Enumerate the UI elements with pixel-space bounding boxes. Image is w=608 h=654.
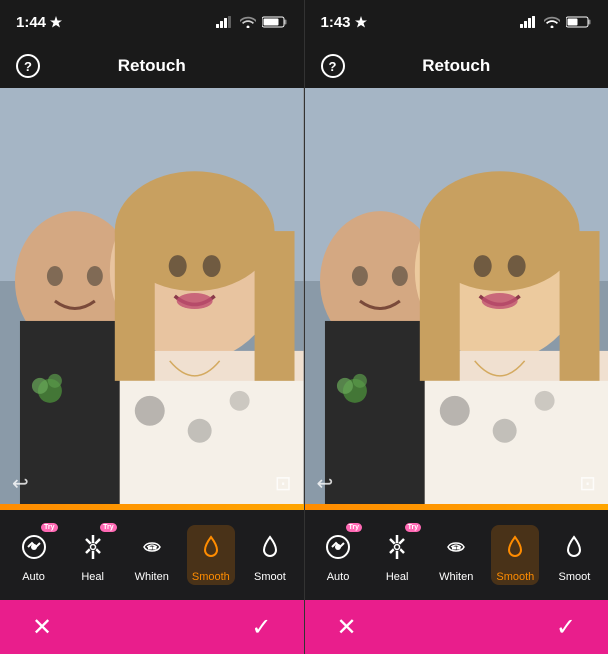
- tool-whiten-right[interactable]: Whiten: [432, 527, 480, 583]
- battery-icon-left: [262, 16, 288, 28]
- location-icon-right: [355, 16, 367, 28]
- auto-icon-right: Try: [318, 527, 358, 567]
- title-left: Retouch: [118, 56, 186, 76]
- left-panel: 1:44: [0, 0, 304, 654]
- auto-icon-left: Try: [14, 527, 54, 567]
- crop-button-left[interactable]: ⊡: [275, 471, 292, 496]
- whiten-svg-right: [442, 533, 470, 561]
- smooth2-label-right: Smoot: [559, 571, 591, 583]
- tool-smooth2-left[interactable]: Smoot: [246, 527, 294, 583]
- heal-label-left: Heal: [81, 571, 104, 583]
- tool-heal-left[interactable]: Try Heal: [69, 527, 117, 583]
- toolbar-right: Try Auto Try Heal: [305, 510, 608, 600]
- tool-whiten-left[interactable]: Whiten: [128, 527, 176, 583]
- try-badge-auto-right: Try: [346, 523, 363, 532]
- status-bar-left: 1:44: [0, 0, 304, 44]
- status-icons-right: [520, 16, 592, 28]
- auto-label-right: Auto: [327, 571, 350, 583]
- heal-svg-left: [79, 533, 107, 561]
- wifi-icon-right: [544, 16, 560, 28]
- photo-area-right: ↩ ⊡: [305, 88, 608, 504]
- whiten-label-left: Whiten: [135, 571, 169, 583]
- crop-button-right[interactable]: ⊡: [579, 471, 596, 496]
- whiten-icon-right: [436, 527, 476, 567]
- smooth-label-right: Smooth: [496, 571, 534, 583]
- help-button-left[interactable]: ?: [16, 54, 40, 78]
- smooth-svg-right: [501, 533, 529, 561]
- photo-right: [305, 88, 608, 504]
- tool-heal-right[interactable]: Try Heal: [373, 527, 421, 583]
- heal-icon-left: Try: [73, 527, 113, 567]
- status-icons-left: [216, 16, 288, 28]
- battery-icon-right: [566, 16, 592, 28]
- smooth2-icon-right: [554, 527, 594, 567]
- try-badge-auto-left: Try: [41, 523, 58, 532]
- auto-label-left: Auto: [22, 571, 45, 583]
- heal-icon-right: Try: [377, 527, 417, 567]
- auto-svg-right: [324, 533, 352, 561]
- auto-svg-left: [20, 533, 48, 561]
- title-bar-left: ? Retouch: [0, 44, 304, 88]
- signal-icon-right: [520, 16, 538, 28]
- smooth2-icon-left: [250, 527, 290, 567]
- smooth2-label-left: Smoot: [254, 571, 286, 583]
- smooth-icon-left: [191, 527, 231, 567]
- cancel-button-left[interactable]: ✕: [32, 613, 52, 642]
- smooth2-svg-right: [560, 533, 588, 561]
- help-button-right[interactable]: ?: [321, 54, 345, 78]
- heal-svg-right: [383, 533, 411, 561]
- tool-smooth-right[interactable]: Smooth: [491, 525, 539, 585]
- tool-smooth2-right[interactable]: Smoot: [550, 527, 598, 583]
- smooth-icon-right: [495, 527, 535, 567]
- title-bar-right: ? Retouch: [305, 44, 608, 88]
- action-bar-left: ✕ ✓: [0, 600, 304, 654]
- try-badge-heal-left: Try: [100, 523, 117, 532]
- location-icon-left: [50, 16, 62, 28]
- action-bar-right: ✕ ✓: [305, 600, 608, 654]
- confirm-button-left[interactable]: ✓: [251, 613, 271, 642]
- whiten-icon-left: [132, 527, 172, 567]
- whiten-svg-left: [138, 533, 166, 561]
- heal-label-right: Heal: [386, 571, 409, 583]
- smooth-label-left: Smooth: [192, 571, 230, 583]
- try-badge-heal-right: Try: [405, 523, 422, 532]
- photo-area-left: ↩ ⊡: [0, 88, 304, 504]
- cancel-button-right[interactable]: ✕: [337, 613, 357, 642]
- photo-left: [0, 88, 304, 504]
- title-right: Retouch: [422, 56, 490, 76]
- toolbar-left: Try Auto Try Heal: [0, 510, 304, 600]
- confirm-button-right[interactable]: ✓: [556, 613, 576, 642]
- smooth2-svg-left: [256, 533, 284, 561]
- time-right: 1:43: [321, 14, 367, 31]
- undo-button-right[interactable]: ↩: [317, 471, 334, 496]
- wifi-icon-left: [240, 16, 256, 28]
- right-panel: 1:43: [305, 0, 608, 654]
- tool-auto-left[interactable]: Try Auto: [10, 527, 58, 583]
- time-left: 1:44: [16, 14, 62, 31]
- tool-smooth-left[interactable]: Smooth: [187, 525, 235, 585]
- status-bar-right: 1:43: [305, 0, 608, 44]
- tool-auto-right[interactable]: Try Auto: [314, 527, 362, 583]
- smooth-svg-left: [197, 533, 225, 561]
- signal-icon-left: [216, 16, 234, 28]
- whiten-label-right: Whiten: [439, 571, 473, 583]
- undo-button-left[interactable]: ↩: [12, 471, 29, 496]
